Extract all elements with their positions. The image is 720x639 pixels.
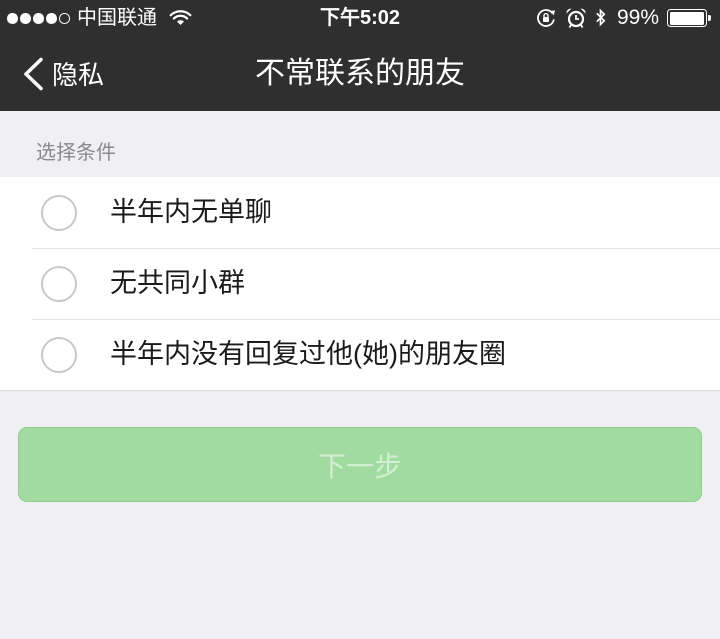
alarm-icon: [565, 7, 587, 29]
radio-button[interactable]: [41, 194, 77, 231]
wifi-icon: [169, 9, 192, 26]
back-button[interactable]: 隐私: [20, 36, 104, 111]
bluetooth-icon: [594, 7, 607, 28]
signal-dot: [20, 13, 31, 24]
status-bar: 中国联通 下午5:02 99%: [0, 0, 720, 36]
signal-dot: [59, 13, 70, 24]
condition-option-no-private-chat[interactable]: 半年内无单聊: [0, 177, 720, 248]
condition-option-label: 半年内无单聊: [110, 197, 272, 227]
signal-dot: [7, 13, 18, 24]
condition-option-label: 无共同小群: [110, 268, 245, 298]
condition-option-no-common-group[interactable]: 无共同小群: [0, 248, 720, 319]
battery-percentage: 99%: [617, 6, 660, 29]
status-time: 下午5:02: [319, 7, 401, 29]
battery-icon: [667, 9, 711, 27]
condition-option-no-moments-reply[interactable]: 半年内没有回复过他(她)的朋友圈: [0, 319, 720, 390]
section-header: 选择条件: [36, 142, 116, 164]
next-step-button[interactable]: 下一步: [18, 427, 702, 502]
navigation-bar: 隐私 不常联系的朋友: [0, 36, 720, 111]
conditions-list: 半年内无单聊 无共同小群 半年内没有回复过他(她)的朋友圈: [0, 177, 720, 391]
condition-option-label: 半年内没有回复过他(她)的朋友圈: [110, 339, 506, 369]
radio-button[interactable]: [41, 265, 77, 302]
signal-dot: [33, 13, 44, 24]
page-title: 不常联系的朋友: [255, 57, 465, 90]
carrier-name: 中国联通: [77, 7, 157, 29]
signal-strength-indicator: [7, 13, 70, 24]
signal-dot: [46, 13, 57, 24]
back-button-label: 隐私: [52, 60, 105, 90]
rotation-lock-icon: [535, 7, 557, 29]
radio-button[interactable]: [41, 336, 77, 373]
chevron-left-icon: [20, 57, 44, 91]
battery-level-fill: [669, 11, 705, 25]
